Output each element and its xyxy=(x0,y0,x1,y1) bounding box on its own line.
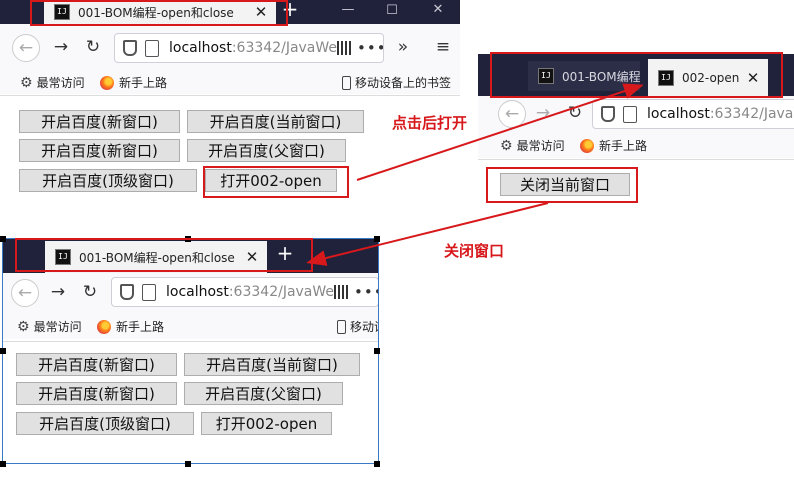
highlight-tab-bar-2 xyxy=(490,52,783,98)
bookmark-mobile[interactable]: 移动设备上的书签 xyxy=(342,74,451,91)
resize-handle[interactable] xyxy=(374,461,380,467)
menu-icon[interactable]: ≡ xyxy=(430,34,456,60)
open-baidu-top-window-button[interactable]: 开启百度(顶级窗口) xyxy=(19,169,197,192)
bookmark-most-visited[interactable]: ⚙ 最常访问 xyxy=(17,318,82,335)
open-baidu-parent-window-button[interactable]: 开启百度(父窗口) xyxy=(184,382,343,405)
reload-icon[interactable]: ↻ xyxy=(562,100,588,126)
overflow-chevron-icon[interactable]: » xyxy=(390,34,416,60)
resize-handle[interactable] xyxy=(0,461,6,467)
open-baidu-current-window-button[interactable]: 开启百度(当前窗口) xyxy=(184,353,360,376)
url-text: localhost:63342/JavaWe xyxy=(166,284,335,300)
qr-code-icon[interactable] xyxy=(334,285,349,299)
address-bar[interactable]: localhost:63342/JavaWe ••• xyxy=(114,33,384,63)
close-window-icon[interactable]: ✕ xyxy=(418,2,458,17)
page-icon xyxy=(145,39,159,57)
back-arrow-icon[interactable]: ← xyxy=(498,100,526,128)
address-bar-3[interactable]: localhost:63342/JavaWe ••• xyxy=(111,277,378,307)
more-icon[interactable]: ••• xyxy=(354,283,378,301)
qr-code-icon[interactable] xyxy=(337,41,352,55)
resize-handle[interactable] xyxy=(0,236,6,242)
highlight-open-002-button xyxy=(203,166,349,198)
bookmark-getting-started[interactable]: 新手上路 xyxy=(580,137,647,154)
resize-handle[interactable] xyxy=(0,348,6,354)
bookmarks-bar-2: ⚙ 最常访问 新手上路 xyxy=(478,132,794,158)
forward-arrow-icon[interactable]: → xyxy=(530,100,556,126)
gear-icon: ⚙ xyxy=(20,74,33,91)
bookmark-most-visited[interactable]: ⚙ 最常访问 xyxy=(500,137,565,154)
browser-window-1: IJ 001-BOM编程-open和close ✕ + — ☐ ✕ ← → ↻ … xyxy=(0,0,460,235)
resize-handle[interactable] xyxy=(374,236,380,242)
maximize-icon[interactable]: ☐ xyxy=(372,3,412,18)
back-arrow-icon[interactable]: ← xyxy=(11,279,39,307)
firefox-icon xyxy=(100,75,114,90)
bookmark-getting-started[interactable]: 新手上路 xyxy=(100,74,167,91)
minimize-icon[interactable]: — xyxy=(328,2,368,17)
annotation-close-window: 关闭窗口 xyxy=(444,242,505,260)
more-icon[interactable]: ••• xyxy=(357,39,383,57)
bookmarks-bar: ⚙ 最常访问 新手上路 移动设备上的书签 xyxy=(0,70,460,94)
open-baidu-current-window-button[interactable]: 开启百度(当前窗口) xyxy=(187,110,364,133)
bookmark-getting-started[interactable]: 新手上路 xyxy=(97,318,164,335)
address-bar-2[interactable]: localhost:63342/JavaW xyxy=(592,99,794,129)
firefox-icon xyxy=(97,319,111,334)
resize-handle[interactable] xyxy=(185,461,191,467)
open-baidu-top-window-button[interactable]: 开启百度(顶级窗口) xyxy=(16,412,194,435)
reload-icon[interactable]: ↻ xyxy=(80,34,106,60)
open-baidu-new-window-button-2[interactable]: 开启百度(新窗口) xyxy=(16,382,177,405)
resize-handle[interactable] xyxy=(374,348,380,354)
shield-icon xyxy=(601,106,615,122)
url-text: localhost:63342/JavaW xyxy=(647,106,794,122)
forward-arrow-icon[interactable]: → xyxy=(45,279,71,305)
open-002-button[interactable]: 打开002-open xyxy=(201,412,332,435)
page-icon xyxy=(623,105,637,123)
gear-icon: ⚙ xyxy=(500,137,513,154)
annotation-after-click: 点击后打开 xyxy=(392,114,468,132)
gear-icon: ⚙ xyxy=(17,318,30,335)
firefox-icon xyxy=(580,138,594,153)
page-icon xyxy=(142,283,156,301)
nav-toolbar-2: ← → ↻ localhost:63342/JavaW xyxy=(478,96,794,132)
url-text: localhost:63342/JavaWe xyxy=(169,40,338,56)
back-arrow-icon[interactable]: ← xyxy=(12,34,40,62)
page-content: 开启百度(新窗口) 开启百度(当前窗口) 开启百度(新窗口) 开启百度(父窗口)… xyxy=(0,95,460,235)
bookmarks-bar-3: ⚙最常访问 新手上路 移动设 xyxy=(3,313,378,339)
nav-toolbar-3: ← → ↻ localhost:63342/JavaWe ••• xyxy=(3,273,378,313)
bookmark-mobile[interactable]: 移动设 xyxy=(337,318,378,335)
bookmark-most-visited[interactable]: ⚙ 最常访问 xyxy=(20,74,85,91)
open-baidu-new-window-button-2[interactable]: 开启百度(新窗口) xyxy=(19,139,180,162)
nav-toolbar: ← → ↻ localhost:63342/JavaWe ••• » ≡ xyxy=(0,24,460,70)
forward-arrow-icon[interactable]: → xyxy=(48,34,74,60)
mobile-icon xyxy=(342,75,351,90)
highlight-close-button xyxy=(486,167,638,203)
open-baidu-new-window-button[interactable]: 开启百度(新窗口) xyxy=(16,353,177,376)
page-content-3: 开启百度(新窗口) 开启百度(当前窗口) 开启百度(新窗口) 开启百度(父窗口)… xyxy=(3,341,378,463)
open-baidu-parent-window-button[interactable]: 开启百度(父窗口) xyxy=(187,139,346,162)
reload-icon[interactable]: ↻ xyxy=(77,279,103,305)
mobile-icon xyxy=(337,319,346,334)
open-baidu-new-window-button[interactable]: 开启百度(新窗口) xyxy=(19,110,180,133)
shield-icon xyxy=(123,40,137,56)
highlight-tab-001 xyxy=(30,0,288,26)
highlight-tab-bar-3 xyxy=(15,238,313,272)
shield-icon xyxy=(120,284,134,300)
